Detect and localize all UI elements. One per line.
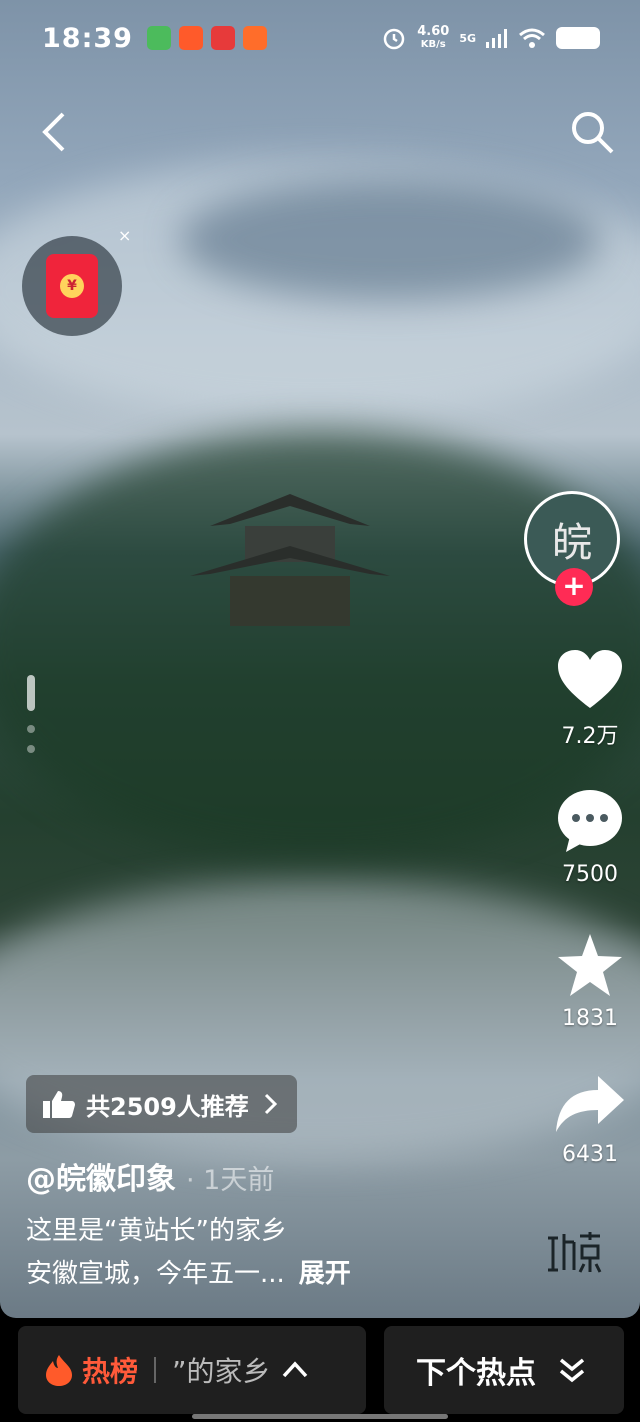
home-indicator[interactable]: [192, 1414, 448, 1419]
share-count: 6431: [562, 1142, 618, 1167]
net-speed-value: 4.60: [417, 24, 450, 39]
back-arrow-icon: [42, 112, 65, 152]
follow-button[interactable]: +: [555, 568, 593, 606]
net-speed-unit: KB/s: [420, 39, 446, 50]
favorite-count: 1831: [562, 1006, 618, 1031]
star-icon: [558, 934, 622, 996]
wifi-icon: [519, 28, 545, 48]
pavilion-illustration: [190, 494, 390, 626]
heart-icon: [558, 650, 622, 708]
like-count: 7.2万: [561, 724, 619, 749]
next-hot-topic-button[interactable]: 下个热点: [384, 1326, 624, 1414]
battery-icon: [556, 27, 600, 49]
app-notification-icon: [146, 26, 171, 50]
recommend-pill[interactable]: 共2509人推荐: [26, 1075, 297, 1133]
search-button[interactable]: [566, 106, 618, 158]
next-hot-topic-label: 下个热点: [416, 1356, 536, 1391]
back-button[interactable]: [28, 106, 80, 158]
hot-topic-ticker: ”的家乡: [172, 1355, 269, 1388]
net-speed: 4.60 KB/s: [417, 25, 449, 51]
description-line-2: 安徽宣城，今年五一...: [26, 1259, 285, 1289]
divider: [154, 1357, 157, 1383]
thumbs-up-icon: [43, 1091, 75, 1118]
red-packet-icon: ¥: [46, 254, 98, 318]
brand-logo: [548, 1232, 602, 1273]
share-icon: [556, 1076, 624, 1132]
notification-icons: [146, 26, 267, 50]
coin-icon: ¥: [60, 274, 84, 298]
post-time: · 1天前: [186, 1165, 275, 1196]
scroll-indicator: [27, 675, 35, 753]
network-type: 5G: [459, 31, 476, 45]
share-button[interactable]: 6431: [554, 1074, 626, 1167]
hot-list-label: 热榜: [82, 1355, 139, 1388]
flame-icon: [46, 1355, 72, 1386]
app-notification-icon: [242, 26, 267, 50]
expand-button[interactable]: 展开: [299, 1259, 351, 1289]
signal-icon: [486, 29, 507, 48]
chevron-up-icon: [282, 1361, 308, 1378]
author-line[interactable]: @皖徽印象 · 1天前: [26, 1154, 274, 1198]
status-time: 18:39: [42, 22, 133, 54]
app-notification-icon: [210, 26, 235, 50]
video-player[interactable]: 18:39 4.60 KB/s 5G ¥ × 皖 + 7.2万 7500 183…: [0, 0, 640, 1318]
chevron-right-icon: [264, 1093, 277, 1115]
search-icon: [572, 112, 614, 154]
avatar-logo: 皖: [552, 520, 592, 566]
hot-list-button[interactable]: 热榜 ”的家乡: [18, 1326, 366, 1414]
bottom-bar: 热榜 ”的家乡 下个热点: [0, 1318, 640, 1422]
double-chevron-down-icon: [559, 1358, 585, 1383]
comment-count: 7500: [562, 862, 618, 887]
red-packet-close-button[interactable]: ×: [118, 226, 131, 245]
comment-button[interactable]: 7500: [554, 788, 626, 887]
author-name[interactable]: @皖徽印象: [26, 1162, 176, 1197]
description-line-1: 这里是“黄站长”的家乡: [26, 1216, 287, 1246]
app-notification-icon: [178, 26, 203, 50]
favorite-button[interactable]: 1831: [554, 932, 626, 1031]
alarm-icon: [383, 28, 405, 50]
red-packet-button[interactable]: ¥: [22, 236, 122, 336]
like-button[interactable]: 7.2万: [554, 648, 626, 750]
status-bar: 18:39 4.60 KB/s 5G: [42, 18, 600, 58]
comment-icon: [558, 790, 622, 852]
recommend-label: 共2509人推荐: [86, 1092, 249, 1121]
video-description[interactable]: 这里是“黄站长”的家乡 安徽宣城，今年五一... 展开: [26, 1210, 351, 1296]
